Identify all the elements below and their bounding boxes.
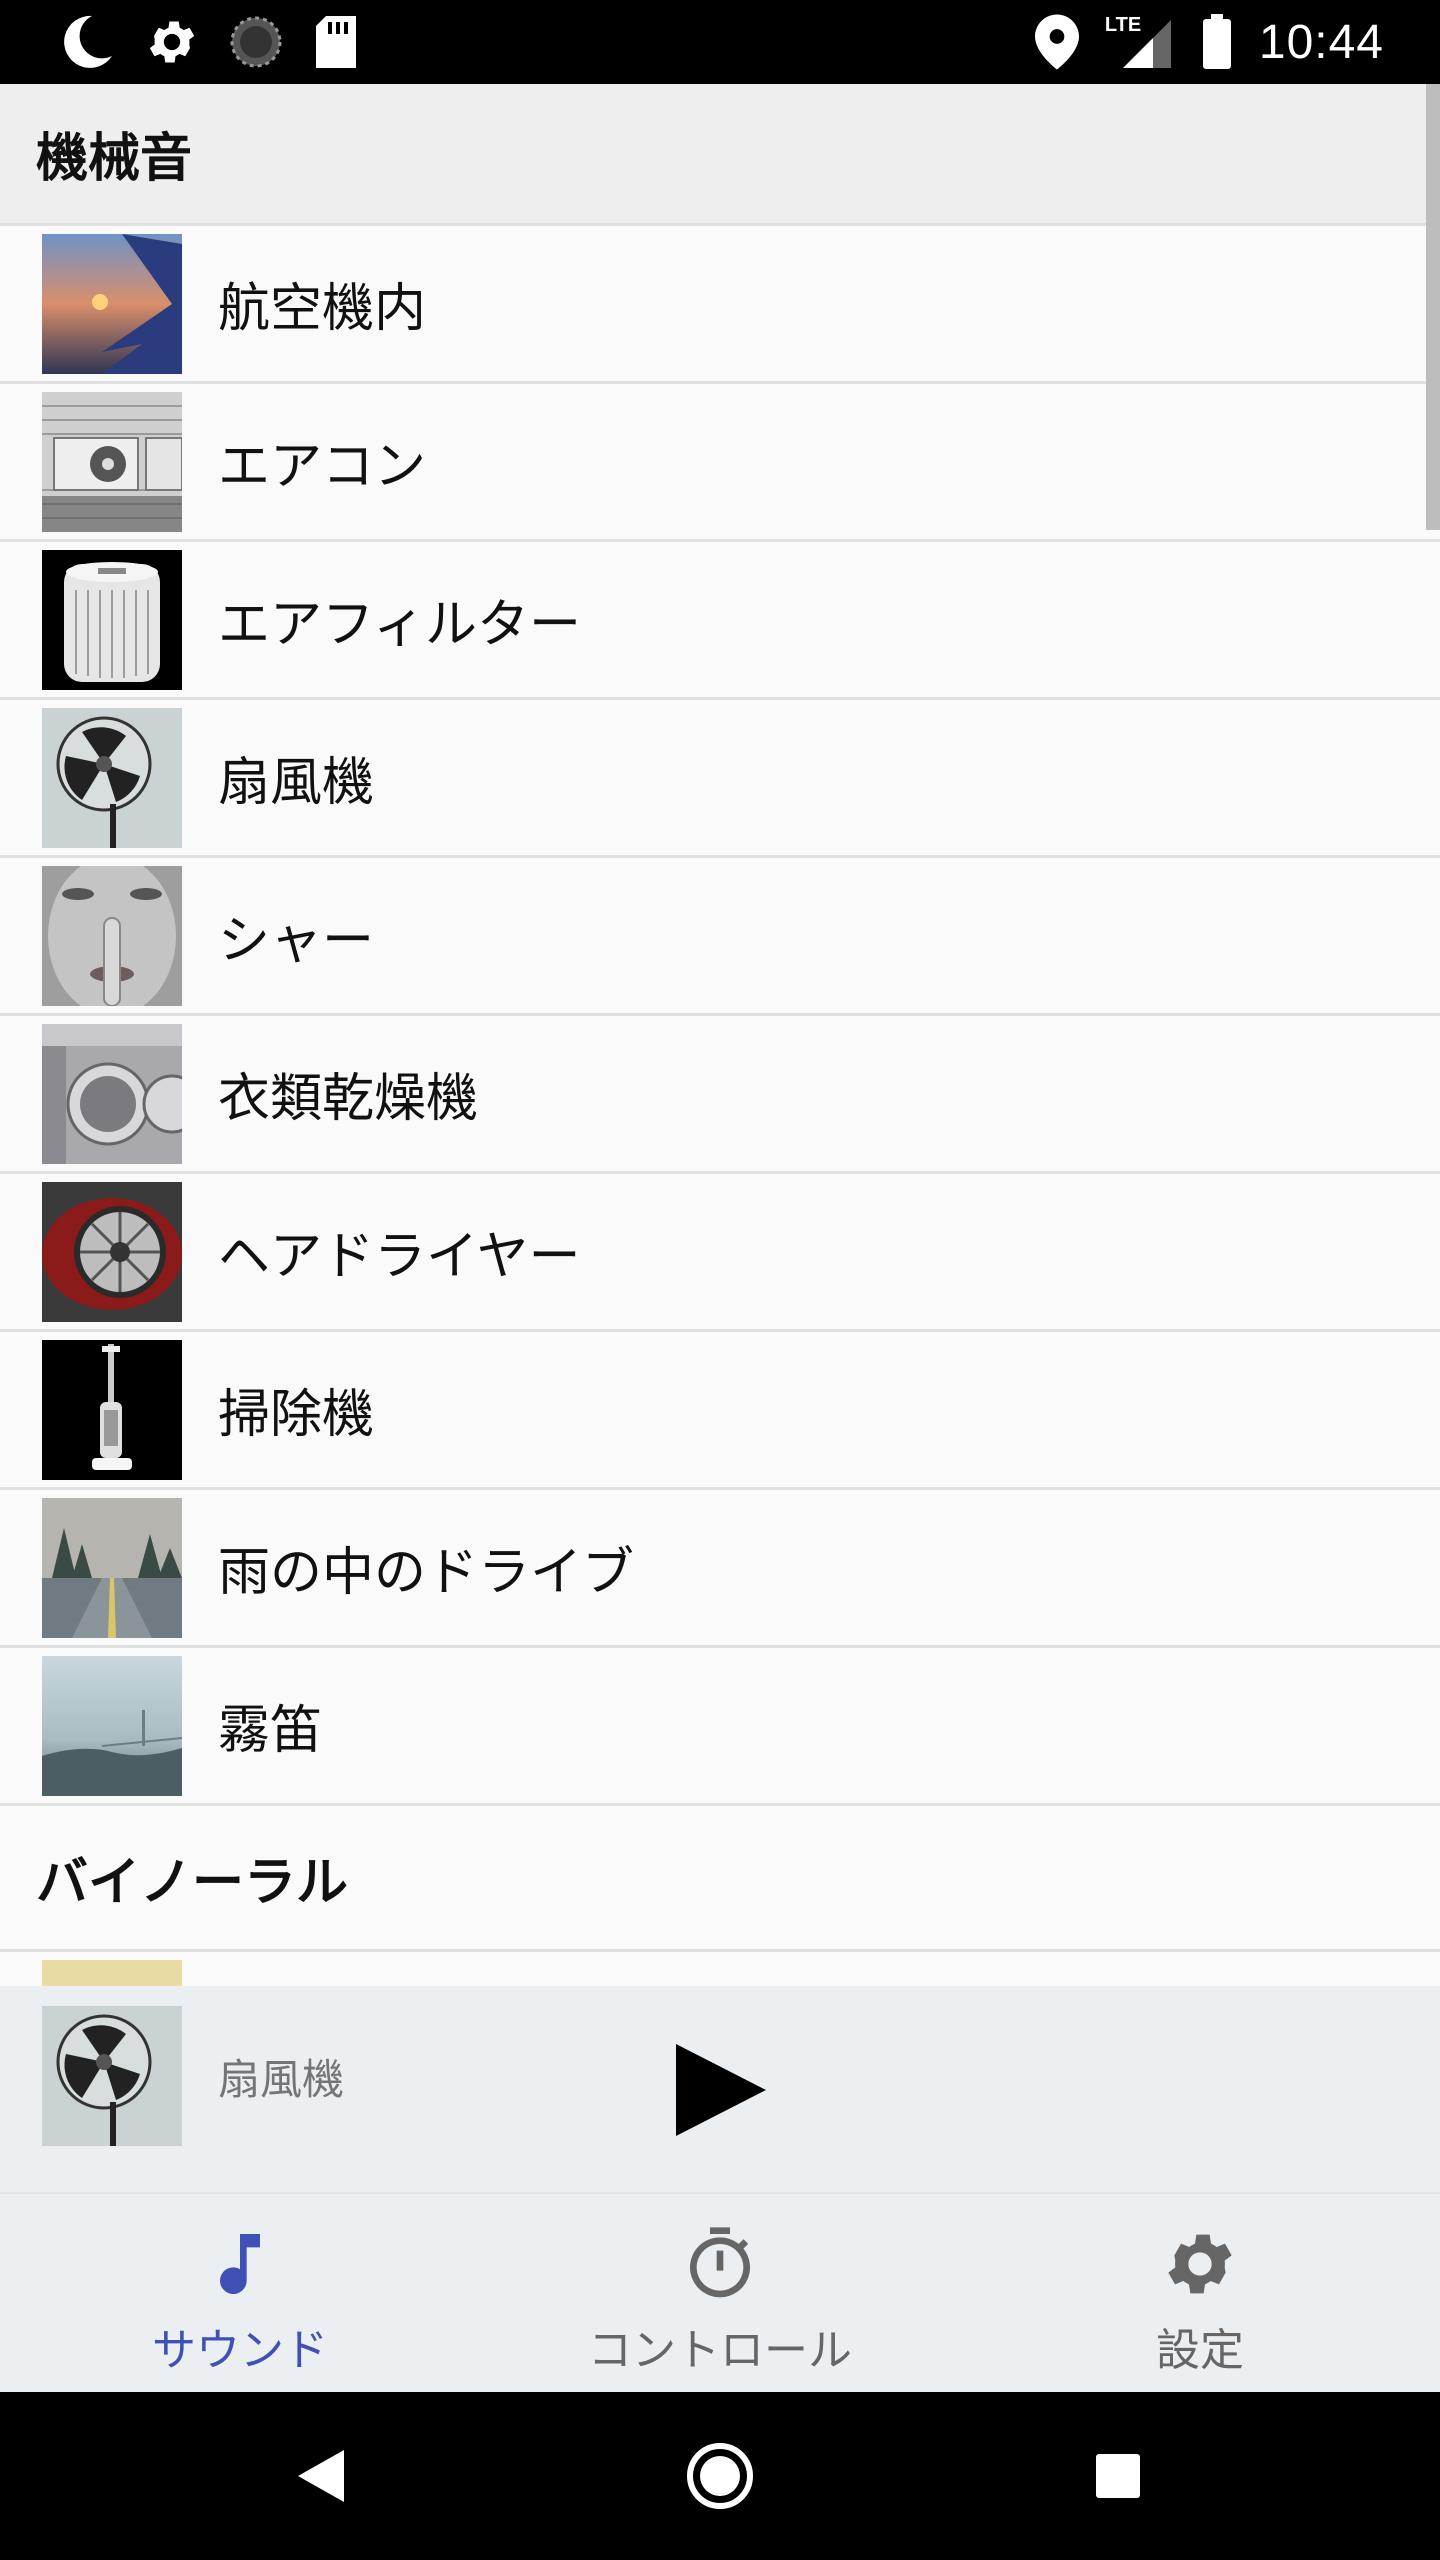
tab-label: サウンド — [152, 2325, 328, 2376]
tab-label: コントロール — [588, 2325, 852, 2376]
list-item[interactable]: シャー — [0, 858, 1440, 1016]
loading-icon — [230, 16, 282, 68]
tab-settings[interactable]: 設定 — [960, 2194, 1440, 2392]
fan-thumbnail — [42, 707, 182, 848]
list-item-label: シャー — [218, 911, 375, 971]
section-title: バイノーラル — [36, 1853, 349, 1913]
list-item-label: 扇風機 — [218, 753, 375, 813]
play-icon — [676, 2044, 766, 2136]
moon-icon — [64, 15, 112, 68]
shush-thumbnail — [42, 865, 182, 1006]
status-time: 10:44 — [1258, 15, 1384, 69]
music-note-icon — [220, 2234, 260, 2295]
home-icon — [687, 2443, 753, 2509]
scrollbar[interactable] — [1426, 84, 1440, 530]
list-item[interactable] — [0, 1952, 1440, 1986]
list-item[interactable]: エアコン — [0, 384, 1440, 542]
gear-icon — [1168, 2234, 1232, 2294]
timer-icon — [690, 2227, 750, 2298]
sd-card-icon — [316, 16, 356, 68]
now-playing-thumbnail — [42, 2006, 182, 2146]
battery-icon — [1202, 14, 1231, 69]
air-filter-thumbnail — [42, 549, 182, 690]
binaural-thumbnail — [42, 1959, 182, 1986]
now-playing-bar[interactable]: 扇風機 — [0, 1986, 1440, 2194]
signal-icon: LTE — [1105, 12, 1175, 72]
back-button[interactable] — [280, 2436, 360, 2516]
list-item[interactable]: 扇風機 — [0, 700, 1440, 858]
air-conditioner-thumbnail — [42, 391, 182, 532]
section-header-binaural: バイノーラル — [0, 1806, 1440, 1952]
location-icon — [1034, 14, 1079, 70]
clothes-dryer-thumbnail — [42, 1023, 182, 1164]
list-item-label: 霧笛 — [218, 1701, 323, 1761]
play-button[interactable] — [660, 2030, 780, 2150]
list-item-label: エアコン — [218, 437, 427, 497]
list-item-label: ヘアドライヤー — [218, 1227, 581, 1287]
list-item[interactable]: エアフィルター — [0, 542, 1440, 700]
tab-sound[interactable]: サウンド — [0, 2194, 480, 2392]
list-item-label: 雨の中のドライブ — [218, 1543, 635, 1603]
home-button[interactable] — [680, 2436, 760, 2516]
list-item[interactable]: 雨の中のドライブ — [0, 1490, 1440, 1648]
list-item[interactable]: ヘアドライヤー — [0, 1174, 1440, 1332]
recents-icon — [1096, 2454, 1140, 2498]
back-icon — [298, 2450, 344, 2502]
tab-control[interactable]: コントロール — [480, 2194, 960, 2392]
section-title: 機械音 — [36, 129, 193, 189]
system-navigation-bar — [0, 2392, 1440, 2560]
status-bar: LTE 10:44 — [0, 0, 1440, 84]
now-playing-title: 扇風機 — [218, 2055, 345, 2104]
rain-drive-thumbnail — [42, 1497, 182, 1638]
hair-dryer-thumbnail — [42, 1181, 182, 1322]
sound-list[interactable]: 機械音 航空機内 エアコン エアフィルター 扇風機 シャー 衣類乾燥機 ヘアドラ… — [0, 84, 1440, 1986]
list-item-label: 衣類乾燥機 — [218, 1069, 479, 1129]
list-item-label: 航空機内 — [218, 279, 427, 339]
bottom-navigation: サウンド コントロール 設定 — [0, 2194, 1440, 2392]
list-item[interactable]: 航空機内 — [0, 226, 1440, 384]
section-header-mechanical: 機械音 — [0, 84, 1440, 226]
list-item[interactable]: 霧笛 — [0, 1648, 1440, 1806]
gear-icon — [149, 21, 195, 63]
list-item-label: 掃除機 — [218, 1385, 375, 1445]
vacuum-thumbnail — [42, 1339, 182, 1480]
foghorn-thumbnail — [42, 1655, 182, 1796]
list-item[interactable]: 衣類乾燥機 — [0, 1016, 1440, 1174]
tab-label: 設定 — [1156, 2325, 1244, 2376]
list-item-label: エアフィルター — [218, 595, 581, 655]
airplane-thumbnail — [42, 233, 182, 374]
list-item[interactable]: 掃除機 — [0, 1332, 1440, 1490]
recents-button[interactable] — [1078, 2436, 1158, 2516]
